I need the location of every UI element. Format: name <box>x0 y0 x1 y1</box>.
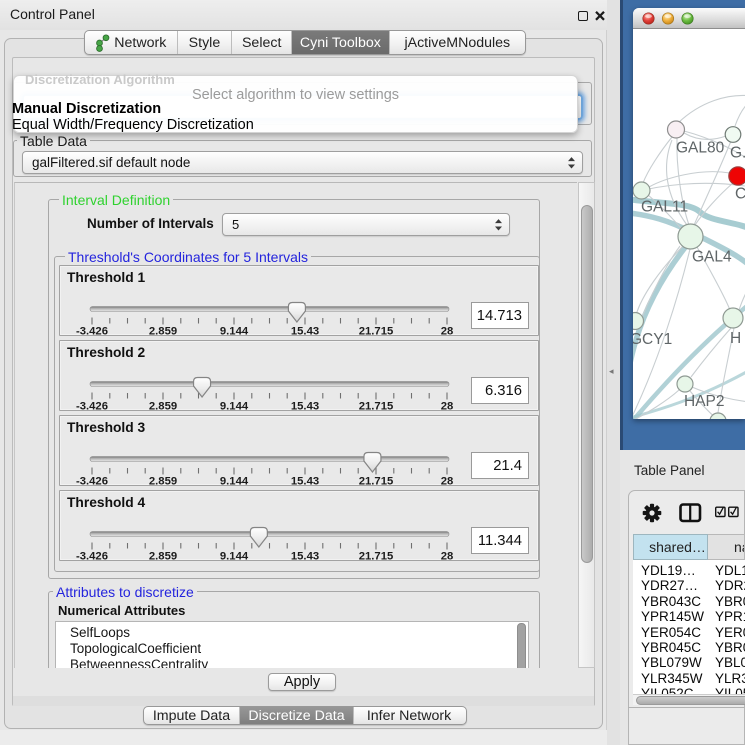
svg-text:28: 28 <box>441 551 454 563</box>
svg-text:9.144: 9.144 <box>220 476 249 488</box>
svg-text:9.144: 9.144 <box>220 326 249 338</box>
svg-text:2.859: 2.859 <box>149 476 177 488</box>
svg-text:21.715: 21.715 <box>359 326 394 338</box>
svg-text:15.43: 15.43 <box>291 401 319 413</box>
svg-text:28: 28 <box>441 476 454 488</box>
svg-text:15.43: 15.43 <box>291 326 319 338</box>
svg-text:21.715: 21.715 <box>359 401 394 413</box>
svg-text:GAL11: GAL11 <box>641 199 688 216</box>
svg-text:GAL4: GAL4 <box>692 249 732 266</box>
svg-text:2.859: 2.859 <box>149 401 177 413</box>
svg-text:15.43: 15.43 <box>291 476 319 488</box>
svg-text:GAL80: GAL80 <box>676 140 725 157</box>
svg-text:28: 28 <box>441 401 454 413</box>
svg-text:2.859: 2.859 <box>149 326 177 338</box>
svg-text:-3.426: -3.426 <box>76 551 108 563</box>
svg-text:-3.426: -3.426 <box>76 476 108 488</box>
svg-text:G.: G. <box>730 145 745 162</box>
svg-text:GCY1: GCY1 <box>633 331 672 348</box>
svg-text:9.144: 9.144 <box>220 401 249 413</box>
svg-text:28: 28 <box>441 326 454 338</box>
svg-text:21.715: 21.715 <box>359 551 394 563</box>
svg-text:C: C <box>735 186 745 203</box>
svg-text:21.715: 21.715 <box>359 476 394 488</box>
svg-text:2.859: 2.859 <box>149 551 177 563</box>
svg-text:H: H <box>730 330 741 347</box>
svg-text:15.43: 15.43 <box>291 551 319 563</box>
svg-text:HAP2: HAP2 <box>684 393 725 410</box>
svg-text:9.144: 9.144 <box>220 551 249 563</box>
svg-text:-3.426: -3.426 <box>76 401 108 413</box>
svg-text:-3.426: -3.426 <box>76 326 108 338</box>
